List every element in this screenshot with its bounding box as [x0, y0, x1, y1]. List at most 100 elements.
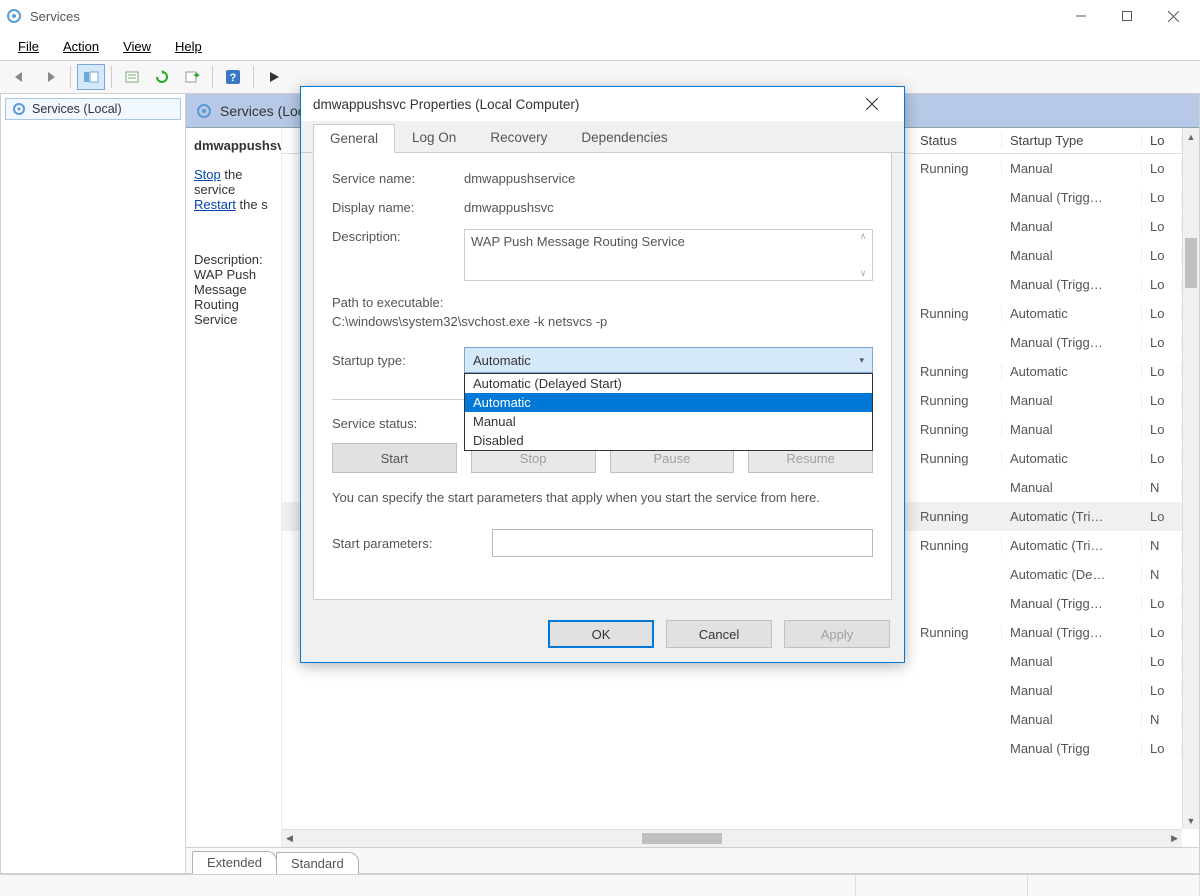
col-status[interactable]: Status — [912, 133, 1002, 148]
vertical-scrollbar[interactable]: ▲ ▼ — [1182, 128, 1199, 829]
cell-status: Running — [912, 625, 1002, 640]
startup-option-manual[interactable]: Manual — [465, 412, 872, 431]
refresh-icon[interactable] — [148, 64, 176, 90]
description-value: WAP Push Message Routing Service — [471, 234, 685, 249]
col-startup[interactable]: Startup Type — [1002, 133, 1142, 148]
show-hide-tree-icon[interactable] — [77, 64, 105, 90]
cell-logon: Lo — [1142, 393, 1182, 408]
maximize-button[interactable] — [1104, 1, 1150, 31]
hscroll-thumb[interactable] — [642, 833, 722, 844]
dialog-tabs: General Log On Recovery Dependencies — [301, 121, 904, 153]
cell-startup: Manual (Trigg… — [1002, 277, 1142, 292]
cell-startup: Manual — [1002, 422, 1142, 437]
back-icon[interactable] — [6, 64, 34, 90]
scroll-up-icon[interactable]: ▲ — [1183, 128, 1199, 145]
window-title: Services — [30, 9, 1058, 24]
tab-extended[interactable]: Extended — [192, 851, 277, 874]
cell-startup: Manual — [1002, 393, 1142, 408]
table-row[interactable]: ManualN — [282, 705, 1182, 734]
scroll-down-icon[interactable]: ▼ — [1183, 812, 1199, 829]
description-label: Description: — [332, 229, 464, 244]
cell-status: Running — [912, 451, 1002, 466]
tab-recovery[interactable]: Recovery — [473, 123, 564, 152]
horizontal-scrollbar[interactable]: ◀ ▶ — [282, 829, 1182, 847]
cell-logon: Lo — [1142, 596, 1182, 611]
scroll-thumb[interactable] — [1185, 238, 1197, 288]
start-service-icon[interactable] — [260, 64, 288, 90]
restart-service-link[interactable]: Restart — [194, 197, 236, 212]
cell-startup: Manual (Trigg… — [1002, 190, 1142, 205]
ok-button[interactable]: OK — [548, 620, 654, 648]
startup-selected-value: Automatic — [473, 353, 531, 368]
tree-node-label: Services (Local) — [32, 102, 122, 116]
dialog-titlebar: dmwappushsvc Properties (Local Computer) — [301, 87, 904, 121]
startup-option-delayed[interactable]: Automatic (Delayed Start) — [465, 374, 872, 393]
stop-service-link[interactable]: Stop — [194, 167, 221, 182]
table-row[interactable]: ManualLo — [282, 676, 1182, 705]
minimize-button[interactable] — [1058, 1, 1104, 31]
tab-standard[interactable]: Standard — [276, 852, 359, 874]
statusbar — [0, 874, 1200, 896]
startup-option-disabled[interactable]: Disabled — [465, 431, 872, 450]
cell-startup: Automatic — [1002, 364, 1142, 379]
scroll-left-icon[interactable]: ◀ — [286, 833, 293, 844]
cancel-button[interactable]: Cancel — [666, 620, 772, 648]
cell-startup: Manual — [1002, 712, 1142, 727]
close-icon[interactable] — [852, 90, 892, 118]
service-name-label: Service name: — [332, 171, 464, 186]
start-button[interactable]: Start — [332, 443, 457, 473]
cell-logon: Lo — [1142, 248, 1182, 263]
cell-startup: Manual (Trigg… — [1002, 335, 1142, 350]
export-list-icon[interactable] — [178, 64, 206, 90]
tree-node-services-local[interactable]: Services (Local) — [5, 98, 181, 120]
startup-type-select[interactable]: Automatic ▾ Automatic (Delayed Start) Au… — [464, 347, 873, 373]
desc-scroll-up-icon[interactable]: ∧ — [855, 231, 871, 242]
bottom-tabs: Extended Standard — [186, 847, 1199, 873]
menubar: File Action View Help — [0, 32, 1200, 60]
dialog-title: dmwappushsvc Properties (Local Computer) — [313, 97, 852, 112]
cell-startup: Automatic — [1002, 306, 1142, 321]
menu-help[interactable]: Help — [165, 35, 212, 58]
cell-logon: Lo — [1142, 422, 1182, 437]
cell-startup: Automatic (De… — [1002, 567, 1142, 582]
apply-button[interactable]: Apply — [784, 620, 890, 648]
properties-icon[interactable] — [118, 64, 146, 90]
help-icon[interactable]: ? — [219, 64, 247, 90]
cell-startup: Automatic (Tri… — [1002, 509, 1142, 524]
tab-dependencies[interactable]: Dependencies — [564, 123, 684, 152]
col-logon[interactable]: Lo — [1142, 133, 1182, 148]
path-value: C:\windows\system32\svchost.exe -k netsv… — [332, 314, 873, 329]
cell-logon: Lo — [1142, 741, 1182, 756]
forward-icon[interactable] — [36, 64, 64, 90]
menu-action[interactable]: Action — [53, 35, 109, 58]
cell-logon: Lo — [1142, 335, 1182, 350]
description-textbox[interactable]: WAP Push Message Routing Service ∧ ∨ — [464, 229, 873, 281]
cell-startup: Manual — [1002, 654, 1142, 669]
startup-type-dropdown: Automatic (Delayed Start) Automatic Manu… — [464, 373, 873, 451]
cell-status: Running — [912, 538, 1002, 553]
chevron-down-icon: ▾ — [859, 355, 864, 366]
tab-general[interactable]: General — [313, 124, 395, 153]
description-label: Description: — [194, 252, 273, 267]
cell-status: Running — [912, 393, 1002, 408]
close-window-button[interactable] — [1150, 1, 1196, 31]
tab-log-on[interactable]: Log On — [395, 123, 473, 152]
cell-logon: Lo — [1142, 364, 1182, 379]
cell-logon: Lo — [1142, 306, 1182, 321]
startup-option-automatic[interactable]: Automatic — [465, 393, 872, 412]
cell-startup: Manual (Trigg… — [1002, 625, 1142, 640]
menu-view[interactable]: View — [113, 35, 161, 58]
cell-logon: Lo — [1142, 625, 1182, 640]
menu-file[interactable]: File — [8, 35, 49, 58]
service-status-label: Service status: — [332, 416, 464, 431]
cell-logon: Lo — [1142, 654, 1182, 669]
cell-status: Running — [912, 422, 1002, 437]
desc-scroll-down-icon[interactable]: ∨ — [855, 268, 871, 279]
cell-logon: Lo — [1142, 277, 1182, 292]
cell-logon: Lo — [1142, 683, 1182, 698]
scroll-right-icon[interactable]: ▶ — [1171, 833, 1178, 844]
table-row[interactable]: Manual (TriggLo — [282, 734, 1182, 763]
start-parameters-input[interactable] — [492, 529, 873, 557]
cell-startup: Manual — [1002, 480, 1142, 495]
cell-status: Running — [912, 161, 1002, 176]
